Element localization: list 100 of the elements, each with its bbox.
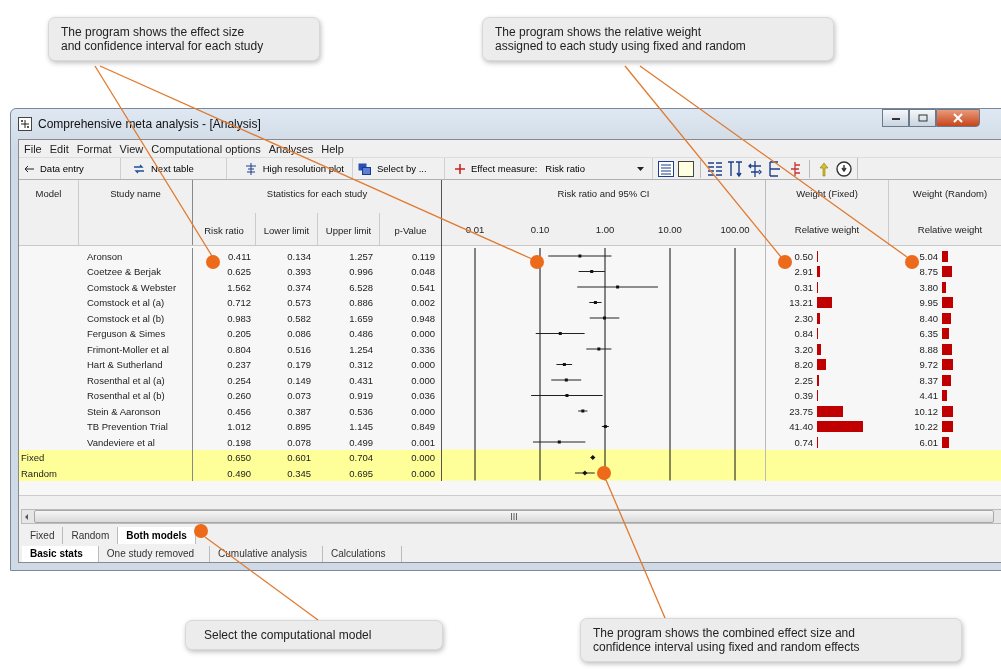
weight-bar [942, 250, 948, 262]
table-cell: 6.528 [349, 281, 373, 293]
column-header: Relative weight [793, 223, 861, 236]
weight-bar [817, 297, 832, 308]
table-cell: Fixed [21, 452, 45, 463]
menu-item[interactable]: Help [321, 142, 344, 155]
table-cell: 1.254 [349, 343, 373, 355]
table-cell: 0.000 [411, 328, 435, 339]
minimize-button[interactable] [882, 109, 909, 127]
tab[interactable]: Both models [118, 527, 196, 544]
table-cell-text: 3.80 [918, 281, 938, 293]
align-icon[interactable] [746, 159, 764, 178]
column-header: p-Value [379, 213, 441, 246]
column-header: Lower limit [255, 213, 317, 246]
table-cell-text: 2.91 [793, 266, 813, 277]
table-cell: 0.254 [227, 374, 251, 386]
table-cell-text: 6.01 [918, 436, 938, 448]
arrow-left-icon [24, 164, 34, 173]
menu-item[interactable]: View [119, 142, 144, 155]
toolbar-button[interactable]: High resolution plot [227, 158, 353, 180]
column-header: Upper limit [317, 213, 379, 246]
marker-dot [194, 524, 208, 538]
windows-icon [358, 162, 371, 175]
weight-bar [942, 436, 949, 448]
menu-item[interactable]: File [24, 142, 42, 155]
sort-icon[interactable] [726, 159, 744, 178]
table-cell: 0.948 [411, 312, 435, 324]
plus-icon [455, 163, 465, 174]
table-cell-text: 13.21 [788, 297, 813, 308]
column-header: Study name [79, 180, 193, 246]
table-cell: Vandeviere et al [87, 436, 155, 448]
columns-icon[interactable] [706, 159, 724, 178]
table-cell: 0.804 [227, 343, 251, 355]
tab[interactable]: Basic stats [22, 545, 99, 562]
table-cell: 0.886 [349, 297, 373, 308]
effect-measure-dropdown[interactable]: Effect measure: Risk ratio [445, 158, 653, 180]
table-cell: Comstock et al (a) [87, 297, 165, 308]
table-cell-text: 8.40 [918, 312, 938, 324]
maximize-button[interactable] [909, 109, 936, 127]
weight-bar [942, 359, 953, 370]
table-cell: 0.431 [349, 374, 373, 386]
table-cell: 1.659 [349, 312, 373, 324]
table-cell-text: 9.72 [918, 359, 938, 370]
table-cell-text: 0.39 [793, 390, 813, 401]
axis-tick-label: 10.00 [658, 224, 682, 236]
maximize-icon [917, 114, 928, 122]
column-header: Relative weight [916, 223, 984, 236]
list-icon[interactable] [657, 159, 675, 178]
info-icon[interactable] [835, 159, 853, 178]
table-cell: 0.601 [287, 452, 311, 463]
table-cell: 0.387 [287, 405, 311, 417]
table-cell: 0.516 [287, 343, 311, 355]
axis-tick-label: 100.00 [720, 224, 750, 236]
table-cell-text: 8.20 [793, 359, 813, 370]
table-cell: Random [21, 467, 57, 479]
toolbar-button[interactable]: Data entry [19, 158, 121, 180]
table-cell: Comstock & Webster [87, 281, 177, 293]
table-cell: 0.000 [411, 452, 435, 463]
caret-icon [637, 166, 644, 171]
table-cell-text: 0.50 [793, 250, 813, 262]
table-cell: 0.002 [411, 297, 435, 308]
swap-icon [133, 163, 145, 174]
table-cell: 0.345 [287, 467, 311, 479]
table-cell: 1.145 [349, 421, 373, 432]
table-cell: 0.312 [349, 359, 373, 370]
weight-bar [942, 297, 953, 308]
callout: The program shows the relative weight assigned to each study using fixed and random [482, 17, 834, 61]
grip-icon [510, 513, 518, 521]
table-cell: Ferguson & Simes [87, 328, 166, 339]
marker-dot [905, 255, 919, 269]
weight-bar [942, 266, 952, 277]
table-cell: 0.000 [411, 359, 435, 370]
marker-dot [597, 466, 611, 480]
table-cell: 0.237 [227, 359, 251, 370]
table-cell-text: 2.30 [793, 312, 813, 324]
table-cell: 0.134 [287, 250, 311, 262]
menu-item[interactable]: Edit [49, 142, 69, 155]
table-cell: 0.001 [411, 436, 435, 448]
table-cell: 0.393 [287, 266, 311, 277]
weight-bar [942, 312, 952, 324]
table-cell: 0.704 [349, 452, 373, 463]
table-cell-text: 8.37 [918, 374, 938, 386]
close-icon [953, 113, 963, 123]
menu-item[interactable]: Format [76, 142, 112, 155]
callout: The program shows the combined effect size and confidence interval using fixed and random effects [580, 618, 962, 662]
table-cell: 0.086 [287, 328, 311, 339]
table-cell: Frimont-Moller et al [87, 343, 169, 355]
table-cell: 0.374 [287, 281, 311, 293]
table-cell: Aronson [87, 250, 123, 262]
close-button[interactable] [936, 109, 980, 127]
axis-tick-label: 0.01 [465, 224, 485, 236]
toolbar-button[interactable]: Select by ... [353, 158, 445, 180]
table-cell: 0.198 [227, 436, 251, 448]
table-cell-text: 8.75 [918, 266, 938, 277]
weight-bar [817, 374, 820, 386]
table-cell: Comstock et al (b) [87, 312, 165, 324]
table-cell: 0.499 [349, 436, 373, 448]
menu-item[interactable]: Computational options [151, 142, 261, 155]
square-icon[interactable] [677, 159, 695, 178]
table-cell: Coetzee & Berjak [87, 266, 161, 277]
